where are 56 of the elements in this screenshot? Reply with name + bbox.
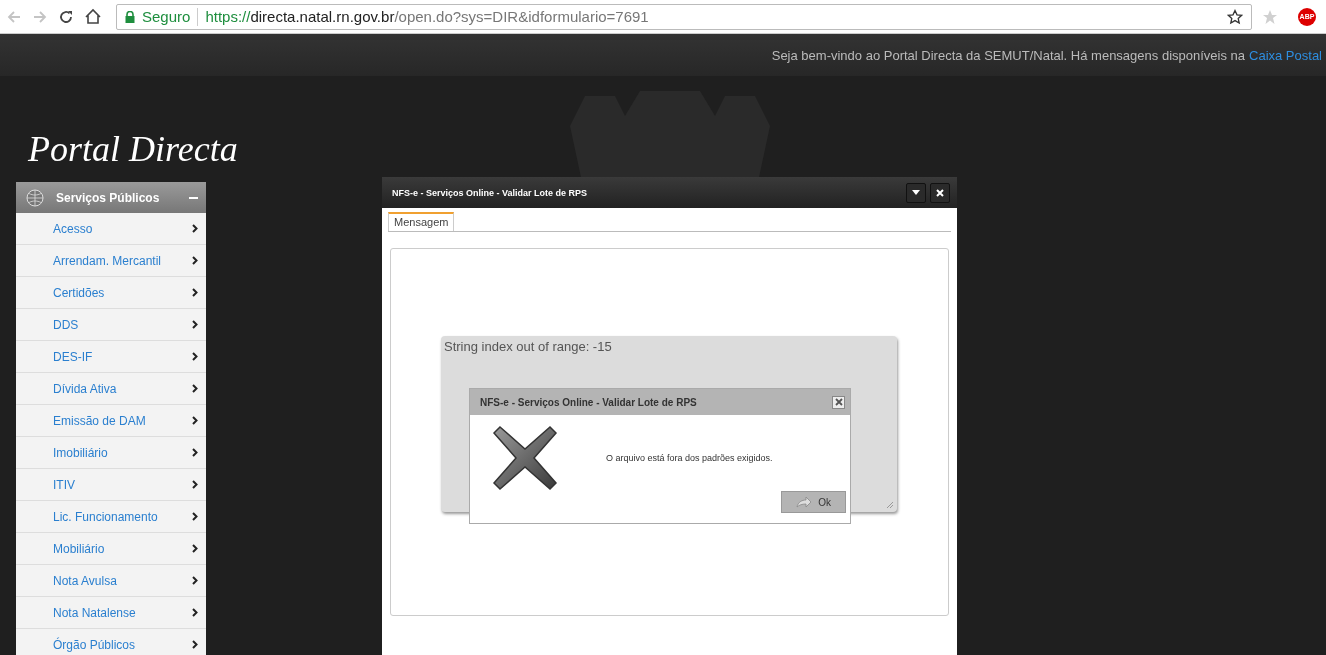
chevron-icon [192,544,198,553]
chevron-icon [192,288,198,297]
chevron-icon [192,576,198,585]
dialog-message: O arquivo está fora dos padrões exigidos. [606,453,773,463]
ok-button[interactable]: Ok [781,491,846,513]
lock-icon [125,10,135,23]
dialog-title: NFS-e - Serviços Online - Validar Lote de RPS [480,396,697,408]
chevron-icon [192,608,198,617]
sidebar-item[interactable]: Lic. Funcionamento [16,501,206,533]
chevron-icon [192,416,198,425]
welcome-message: Seja bem-vindo ao Portal Directa da SEMUT/Natal. Há mensagens disponíveis na [771,47,1245,63]
extension-star-icon[interactable] [1262,8,1278,25]
chevron-icon [192,640,198,649]
sidebar-item[interactable]: Acesso [16,213,206,245]
home-icon[interactable] [84,7,102,26]
sidebar-item[interactable]: ITIV [16,469,206,501]
arrow-icon [796,496,813,508]
close-button[interactable] [930,182,950,203]
close-icon [936,188,944,197]
sidebar-item[interactable]: Nota Avulsa [16,565,206,597]
sidebar-item[interactable]: Arrendam. Mercantil [16,245,206,277]
chevron-icon [192,352,198,361]
chevron-icon [192,480,198,489]
sidebar-item[interactable]: Imobiliário [16,437,206,469]
mailbox-link[interactable]: Caixa Postal [1249,47,1322,63]
caret-icon [912,190,920,195]
globe-icon [26,188,44,207]
security-label: Seguro [142,8,191,25]
sidebar-item[interactable]: Nota Natalense [16,597,206,629]
sidebar-item[interactable]: DDS [16,309,206,341]
sidebar-item[interactable]: Certidões [16,277,206,309]
dialog-close-button[interactable] [832,395,845,409]
sidebar-item[interactable]: DES-IF [16,341,206,373]
sidebar-item[interactable]: Dívida Ativa [16,373,206,405]
error-x-icon [492,425,558,491]
star-icon[interactable] [1227,8,1243,25]
chevron-icon [192,320,198,329]
sidebar-section-header[interactable]: Serviços Públicos [16,182,206,213]
chevron-icon [192,224,198,233]
reload-icon[interactable] [58,8,74,25]
address-url: https://directa.natal.rn.gov.br/open.do?sys=DIR&idformulario=7691 [205,8,650,25]
chevron-icon [192,256,198,265]
error-message: String index out of range: -15 [444,339,612,354]
portal-logo: Portal Directa [28,128,239,171]
window-title: NFS-e - Serviços Online - Validar Lote de RPS [392,187,589,198]
address-bar[interactable]: Seguro https://directa.natal.rn.gov.br/open.do?sys=DIR&idformulario=7691 [116,3,1252,30]
sidebar-item[interactable]: Órgão Públicos [16,629,206,655]
chevron-icon [192,512,198,521]
collapse-icon[interactable] [189,196,198,199]
sidebar-item[interactable]: Mobiliário [16,533,206,565]
resize-grip-icon [886,501,894,509]
minimize-button[interactable] [906,182,926,203]
sidebar-item[interactable]: Emissão de DAM [16,405,206,437]
chevron-icon [192,448,198,457]
tab[interactable]: Mensagem [388,212,455,231]
chevron-icon [192,384,198,393]
